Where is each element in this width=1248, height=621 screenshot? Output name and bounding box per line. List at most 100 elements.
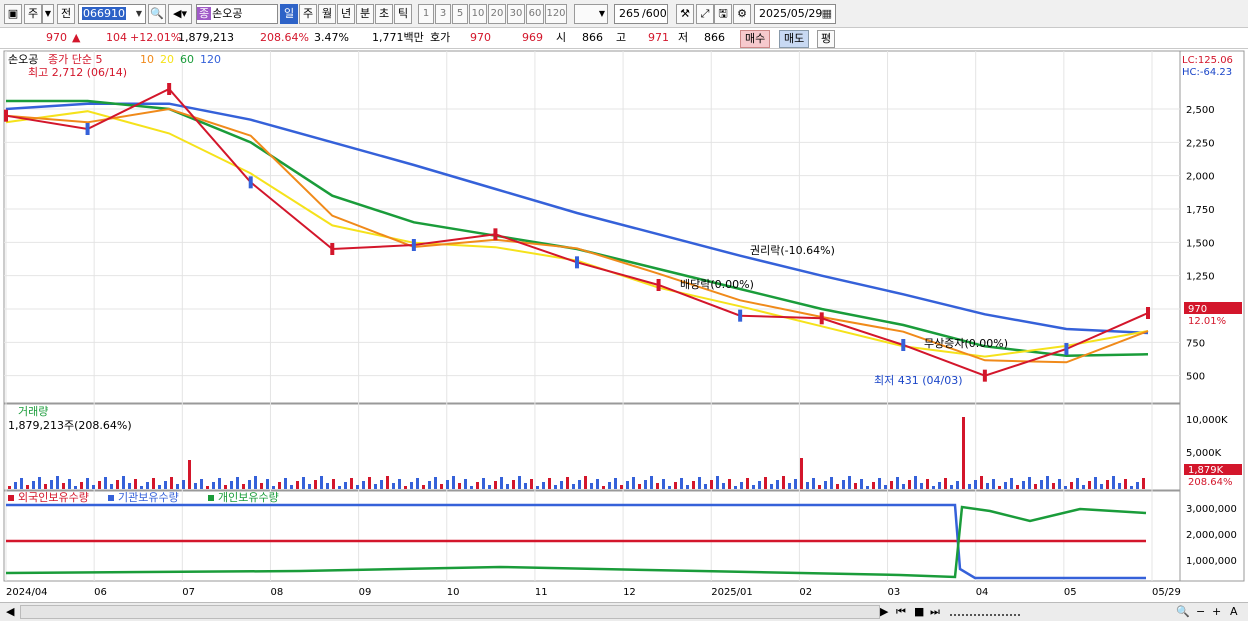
code-dropdown-icon[interactable]: ▼: [135, 5, 143, 23]
volume-bar: [14, 482, 17, 489]
period-button-1[interactable]: 주: [299, 4, 317, 24]
volume-bar: [440, 484, 443, 489]
count-field[interactable]: 265/600: [614, 4, 668, 24]
ma-legend-60: 60: [180, 53, 194, 66]
settings-icon[interactable]: ⚙: [733, 4, 751, 24]
stop-icon[interactable]: ■: [914, 604, 924, 620]
x-axis-tick: 11: [535, 587, 548, 598]
crosshair-icon[interactable]: ⤢: [696, 4, 714, 24]
x-axis-tick: 12: [623, 587, 636, 598]
volume-bar: [260, 483, 263, 489]
minus-icon[interactable]: −: [1196, 604, 1205, 620]
sell-button[interactable]: 매도: [779, 30, 810, 48]
period-button-3[interactable]: 년: [337, 4, 355, 24]
volume-bar: [152, 478, 155, 489]
date-field[interactable]: 2025/05/29 ▦: [754, 4, 836, 24]
scroll-left-icon[interactable]: ◀: [6, 604, 14, 620]
volume-bar: [206, 486, 209, 489]
tools-icon[interactable]: ⚒: [676, 4, 694, 24]
volume-bar: [1004, 482, 1007, 489]
volume-bar: [770, 484, 773, 489]
first-page-icon[interactable]: ⏮: [896, 604, 906, 620]
scroll-track[interactable]: [20, 605, 880, 619]
market-type-button[interactable]: 주: [24, 4, 42, 24]
volume-bar: [734, 486, 737, 489]
volume-bar: [518, 476, 521, 489]
volume-bar: [242, 484, 245, 489]
volume-bar: [746, 478, 749, 489]
period-button-6[interactable]: 틱: [394, 4, 412, 24]
volume-bar: [1070, 482, 1073, 489]
chart-menu-icon[interactable]: ▣: [4, 4, 22, 24]
volume-bar: [692, 481, 695, 489]
volume-bar: [1076, 478, 1079, 489]
zoom-slider[interactable]: [950, 604, 1020, 616]
candle: [1064, 343, 1069, 355]
volume-bar: [200, 479, 203, 489]
interval-button-20[interactable]: 20: [488, 4, 506, 24]
prev-button[interactable]: 전: [57, 4, 75, 24]
interval-button-30[interactable]: 30: [507, 4, 525, 24]
evaluate-button[interactable]: 평: [817, 30, 835, 48]
holding-legend-swatch: [208, 495, 214, 501]
volume-bar: [194, 483, 197, 489]
volume-bar: [404, 486, 407, 489]
period-button-2[interactable]: 월: [318, 4, 336, 24]
speaker-icon[interactable]: ◀▾: [168, 4, 192, 24]
volume-bar: [86, 478, 89, 489]
interval-button-3[interactable]: 3: [435, 4, 451, 24]
auto-scale-icon[interactable]: A: [1230, 604, 1238, 620]
holding-axis-tick: 3,000,000: [1186, 504, 1237, 515]
volume-bar: [698, 477, 701, 489]
volume-bar: [458, 483, 461, 489]
calendar-icon[interactable]: ▦: [821, 5, 833, 23]
interval-dropdown[interactable]: ▼: [574, 4, 608, 24]
volume-axis-tick: 5,000K: [1186, 448, 1222, 459]
volume-bar: [542, 482, 545, 489]
zoom-out-icon[interactable]: 🔍: [1176, 604, 1190, 620]
volume-bar: [752, 485, 755, 489]
interval-button-5[interactable]: 5: [452, 4, 468, 24]
current-volume-tag-text: 1,879K: [1188, 465, 1224, 476]
volume-bar: [818, 485, 821, 489]
volume-bar: [974, 480, 977, 489]
volume-axis-tick: 10,000K: [1186, 415, 1228, 426]
holding-legend-swatch: [8, 495, 14, 501]
volume-bar: [620, 485, 623, 489]
volume-bar: [920, 483, 923, 489]
volume-bar: [38, 477, 41, 489]
stock-name-field[interactable]: 종 손오공: [196, 4, 278, 24]
volume-bar: [824, 481, 827, 489]
period-button-5[interactable]: 초: [375, 4, 393, 24]
volume-bar: [962, 417, 965, 489]
volume-bar: [1022, 481, 1025, 489]
stock-chart[interactable]: 2,5002,2502,0001,7501,5001,2501,00075050…: [0, 49, 1248, 602]
plus-icon[interactable]: +: [1212, 604, 1221, 620]
scroll-right-icon[interactable]: ▶: [880, 604, 888, 620]
x-axis-tick: 2025/01: [711, 587, 753, 598]
interval-button-120[interactable]: 120: [545, 4, 567, 24]
volume-bar: [764, 477, 767, 489]
holding-legend-2: 개인보유수량: [218, 491, 279, 504]
last-page-icon[interactable]: ⏭: [930, 604, 940, 620]
volume-bar: [986, 483, 989, 489]
stock-code-input[interactable]: 066910 ▼: [78, 4, 146, 24]
volume-bar: [950, 485, 953, 489]
price-axis-tick: 1,500: [1186, 238, 1215, 249]
volume-bar: [62, 483, 65, 489]
market-dropdown-icon[interactable]: ▼: [42, 4, 54, 24]
volume-bar: [800, 458, 803, 489]
interval-button-10[interactable]: 10: [469, 4, 487, 24]
interval-button-60[interactable]: 60: [526, 4, 544, 24]
trade-amount: 1,771백만: [372, 31, 424, 44]
volume-bar: [830, 477, 833, 489]
candle: [738, 309, 743, 322]
period-button-4[interactable]: 분: [356, 4, 374, 24]
open-price: 866: [582, 31, 603, 44]
period-button-0[interactable]: 일: [280, 4, 298, 24]
search-icon[interactable]: 🔍: [148, 4, 166, 24]
save-icon[interactable]: 🖫: [714, 4, 732, 24]
interval-button-1[interactable]: 1: [418, 4, 434, 24]
buy-button[interactable]: 매수: [740, 30, 771, 48]
volume-bar: [998, 486, 1001, 489]
